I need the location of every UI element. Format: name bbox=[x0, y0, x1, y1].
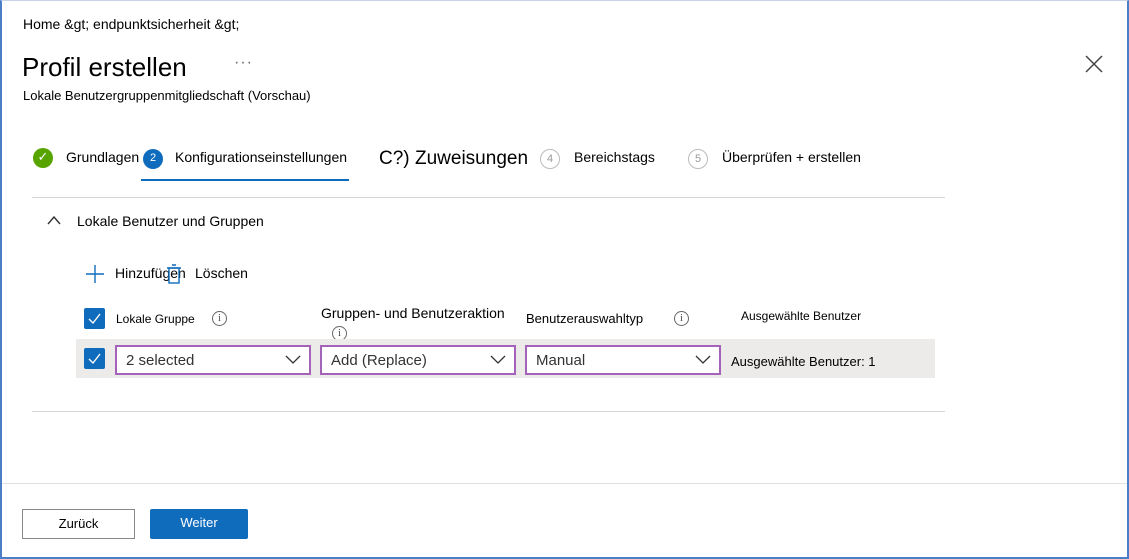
next-button[interactable]: Weiter bbox=[150, 509, 248, 539]
breadcrumb[interactable]: Home &gt; endpunktsicherheit &gt; bbox=[23, 16, 239, 32]
selection-type-dropdown[interactable]: Manual bbox=[525, 345, 721, 375]
step-number: 2 bbox=[143, 149, 163, 169]
footer-divider bbox=[2, 483, 1127, 484]
step-number: 4 bbox=[540, 149, 560, 169]
page-subtitle: Lokale Benutzergruppenmitgliedschaft (Vo… bbox=[23, 88, 311, 103]
check-icon: ✓ bbox=[33, 148, 53, 168]
chevron-down-icon bbox=[285, 355, 301, 364]
local-group-dropdown[interactable]: 2 selected bbox=[115, 345, 311, 375]
selected-users-link[interactable]: Ausgewählte Benutzer: 1 bbox=[731, 354, 876, 369]
dropdown-value: 2 selected bbox=[126, 352, 195, 369]
column-header-selection-type: Benutzerauswahltyp bbox=[526, 311, 644, 326]
action-dropdown[interactable]: Add (Replace) bbox=[320, 345, 516, 375]
dropdown-value: Add (Replace) bbox=[331, 352, 427, 369]
column-header-selected-users: Ausgewählte Benutzer bbox=[741, 309, 862, 323]
chevron-up-icon[interactable] bbox=[46, 213, 62, 231]
info-icon[interactable]: i bbox=[674, 311, 689, 326]
section-title[interactable]: Lokale Benutzer und Gruppen bbox=[77, 213, 264, 229]
step-review-create[interactable]: Überprüfen + erstellen bbox=[722, 149, 861, 165]
row-checkbox[interactable] bbox=[84, 348, 105, 369]
select-all-checkbox[interactable] bbox=[84, 308, 105, 329]
active-step-underline bbox=[141, 179, 349, 181]
step-configuration[interactable]: Konfigurationseinstellungen bbox=[175, 149, 347, 165]
column-header-action: Gruppen- und Benutzeraktion bbox=[321, 305, 505, 321]
column-header-local-group: Lokale Gruppe bbox=[116, 312, 195, 326]
page-title: Profil erstellen bbox=[22, 52, 187, 82]
step-number: C?) bbox=[379, 148, 410, 169]
dropdown-value: Manual bbox=[536, 352, 586, 369]
chevron-down-icon bbox=[695, 355, 711, 364]
delete-icon[interactable] bbox=[166, 263, 182, 290]
delete-button[interactable]: Löschen bbox=[195, 265, 248, 281]
chevron-down-icon bbox=[490, 355, 506, 364]
close-icon[interactable] bbox=[1083, 53, 1105, 75]
add-icon[interactable] bbox=[85, 264, 105, 289]
step-basics[interactable]: Grundlagen bbox=[66, 149, 139, 165]
divider bbox=[32, 197, 945, 198]
more-options-button[interactable]: ··· bbox=[234, 54, 253, 72]
step-assignments[interactable]: Zuweisungen bbox=[415, 148, 528, 170]
back-button[interactable]: Zurück bbox=[22, 509, 135, 539]
step-scope-tags[interactable]: Bereichstags bbox=[574, 149, 655, 165]
divider bbox=[32, 411, 945, 412]
info-icon[interactable]: i bbox=[212, 311, 227, 326]
step-number: 5 bbox=[688, 149, 708, 169]
